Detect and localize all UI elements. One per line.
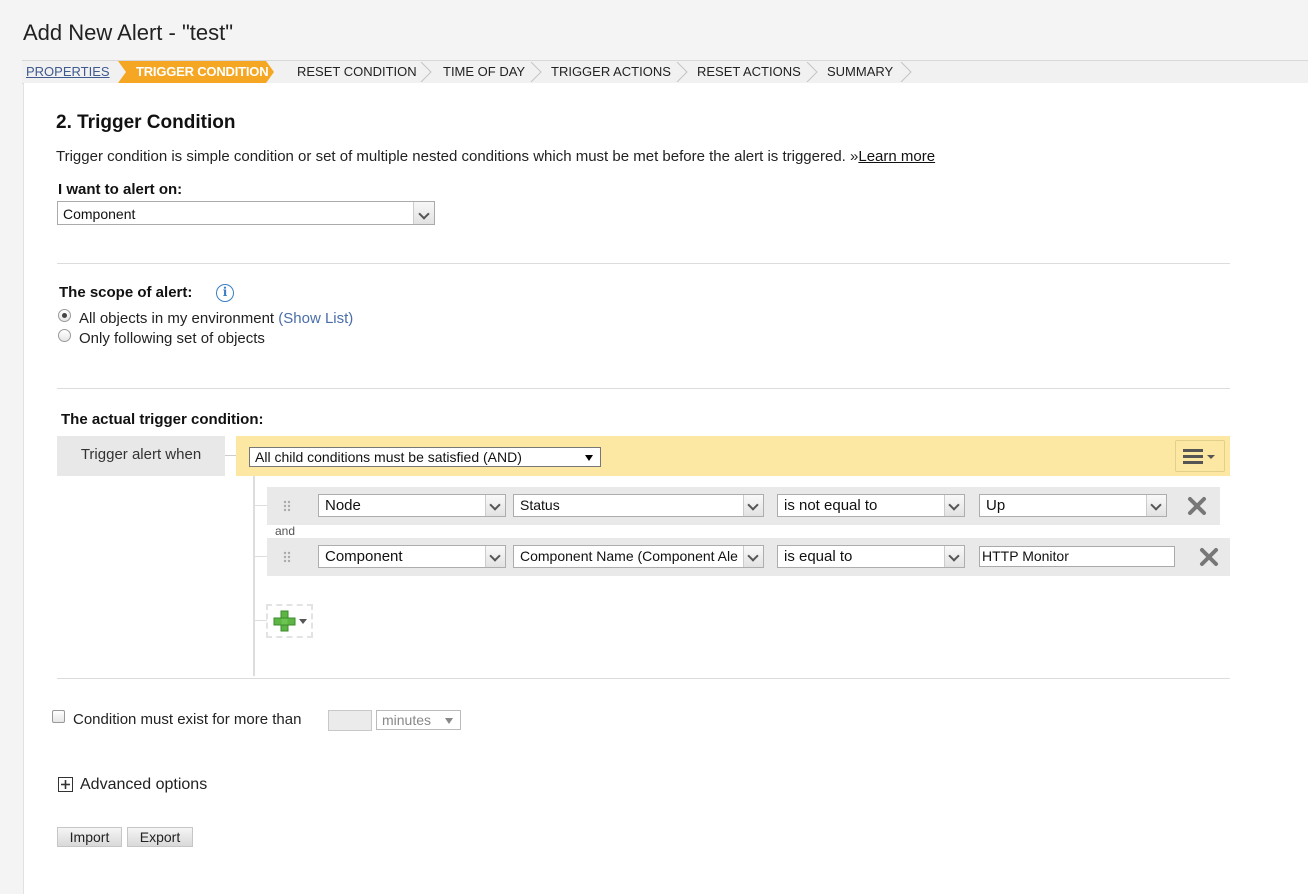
condition-joiner: and: [275, 524, 296, 538]
wizard-steps: PROPERTIES TRIGGER CONDITION RESET CONDI…: [22, 60, 1308, 84]
condition-value-input[interactable]: HTTP Monitor: [979, 546, 1175, 567]
wizard-step-reset-actions[interactable]: RESET ACTIONS: [697, 61, 801, 83]
alert-on-label: I want to alert on:: [58, 181, 183, 198]
wizard-step-summary[interactable]: SUMMARY: [827, 61, 893, 83]
chevron-down-icon: [944, 546, 964, 567]
hamburger-menu-icon: [1183, 449, 1215, 464]
chevron-down-icon: [1146, 495, 1166, 516]
export-button[interactable]: Export: [127, 827, 193, 847]
advanced-options-toggle[interactable]: Advanced options: [80, 776, 207, 794]
condition-duration-checkbox[interactable]: [52, 710, 65, 723]
delete-condition-icon[interactable]: [1198, 546, 1220, 568]
condition-operator-value: is equal to: [784, 548, 853, 565]
connector-line: [255, 556, 267, 557]
delete-condition-icon[interactable]: [1186, 495, 1208, 517]
scope-option-subset: Only following set of objects: [79, 330, 265, 347]
condition-duration-input[interactable]: [328, 710, 372, 731]
condition-value-value: Up: [986, 497, 1006, 514]
chevron-down-icon: [944, 495, 964, 516]
alert-on-value: Component: [63, 206, 136, 222]
condition-mode-value: All child conditions must be satisfied (…: [255, 449, 522, 465]
trigger-condition-label: The actual trigger condition:: [61, 411, 264, 428]
duration-unit-select[interactable]: minutes: [376, 710, 461, 730]
scope-radio-subset[interactable]: [58, 329, 71, 342]
add-condition-button[interactable]: [266, 604, 313, 638]
trigger-group-bar: All child conditions must be satisfied (…: [236, 436, 1230, 476]
chevron-down-icon: [743, 546, 763, 567]
condition-value-select[interactable]: Up: [979, 494, 1167, 517]
expand-plus-icon[interactable]: [58, 777, 73, 792]
add-plus-icon: [273, 610, 307, 632]
content-panel: 2. Trigger Condition Trigger condition i…: [23, 83, 1308, 894]
info-icon[interactable]: i: [216, 284, 234, 302]
drag-handle-icon[interactable]: [283, 551, 291, 563]
condition-object-select[interactable]: Component: [318, 545, 506, 568]
condition-property-select[interactable]: Status: [513, 494, 764, 517]
condition-operator-value: is not equal to: [784, 497, 878, 514]
condition-mode-select[interactable]: All child conditions must be satisfied (…: [249, 447, 601, 467]
chevron-down-icon: [413, 202, 434, 224]
show-list-link[interactable]: (Show List): [278, 310, 353, 327]
import-button[interactable]: Import: [57, 827, 122, 847]
condition-property-select[interactable]: Component Name (Component Ale: [513, 545, 764, 568]
scope-radio-all[interactable]: [58, 309, 71, 322]
dropdown-arrow-icon: [445, 718, 453, 724]
chevron-down-icon: [485, 546, 505, 567]
condition-row: Node Status is not equal to Up: [267, 487, 1220, 525]
chevron-right-icon: [676, 62, 688, 82]
condition-object-value: Node: [325, 497, 361, 514]
condition-property-value: Component Name (Component Ale: [520, 548, 738, 564]
chevron-down-icon: [743, 495, 763, 516]
dropdown-arrow-icon: [585, 455, 593, 461]
wizard-step-properties[interactable]: PROPERTIES: [26, 61, 110, 83]
section-description: Trigger condition is simple condition or…: [56, 148, 935, 165]
wizard-step-trigger-actions[interactable]: TRIGGER ACTIONS: [551, 61, 671, 83]
condition-object-select[interactable]: Node: [318, 494, 506, 517]
condition-operator-select[interactable]: is not equal to: [777, 494, 965, 517]
plus-icon: [61, 780, 70, 789]
trigger-when-label: Trigger alert when: [57, 436, 225, 476]
wizard-step-trigger-condition[interactable]: TRIGGER CONDITION: [136, 61, 269, 83]
duration-unit-value: minutes: [382, 712, 432, 728]
condition-operator-select[interactable]: is equal to: [777, 545, 965, 568]
alert-on-select[interactable]: Component: [57, 201, 435, 225]
scope-option-all: All objects in my environment (Show List…: [79, 310, 353, 327]
divider: [57, 263, 1230, 264]
drag-handle-icon[interactable]: [283, 500, 291, 512]
connector-line: [225, 455, 236, 456]
chevron-down-icon: [485, 495, 505, 516]
divider: [57, 388, 1230, 389]
group-menu-button[interactable]: [1175, 440, 1225, 472]
condition-duration-label: Condition must exist for more than: [73, 711, 302, 728]
tree-connector: [253, 476, 255, 676]
description-text: Trigger condition is simple condition or…: [56, 148, 846, 165]
divider: [57, 678, 1230, 679]
condition-property-value: Status: [520, 497, 560, 513]
scope-option-all-label: All objects in my environment: [79, 310, 275, 327]
page-title: Add New Alert - "test": [23, 20, 234, 45]
condition-row: Component Component Name (Component Ale …: [267, 538, 1230, 576]
section-heading: 2. Trigger Condition: [56, 112, 236, 133]
chevron-right-icon: [530, 62, 542, 82]
chevron-right-icon: [420, 62, 432, 82]
wizard-step-reset-condition[interactable]: RESET CONDITION: [297, 61, 417, 83]
chevron-right-icon: [806, 62, 818, 82]
learn-more-link[interactable]: Learn more: [858, 148, 935, 165]
wizard-step-time-of-day[interactable]: TIME OF DAY: [443, 61, 525, 83]
scope-label: The scope of alert:: [59, 284, 193, 301]
condition-object-value: Component: [325, 548, 403, 565]
connector-line: [255, 505, 267, 506]
chevron-right-icon: [900, 62, 912, 82]
